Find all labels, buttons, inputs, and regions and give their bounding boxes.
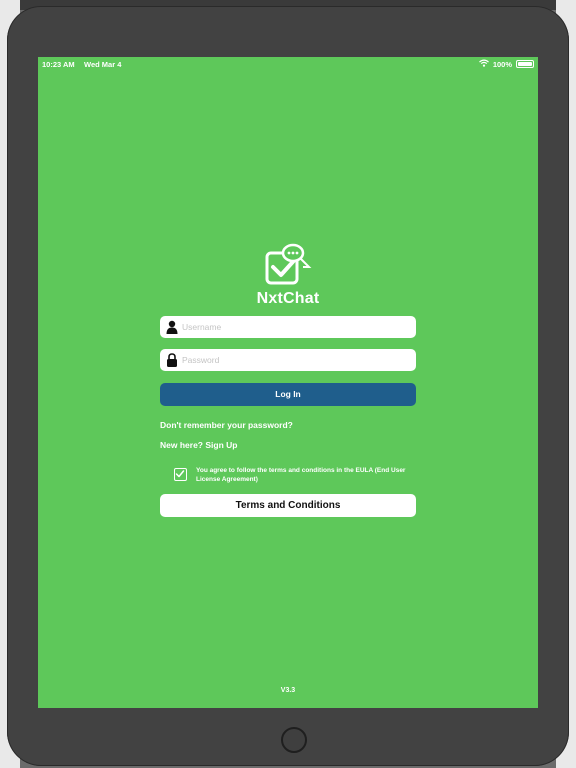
app-title: NxtChat xyxy=(256,290,320,307)
forgot-password-link[interactable]: Don't remember your password? xyxy=(160,420,293,430)
password-field[interactable] xyxy=(160,349,416,371)
wifi-icon xyxy=(478,59,489,69)
app-screen: 10:23 AM Wed Mar 4 100% NxtChat Username… xyxy=(38,57,538,708)
status-date: Wed Mar 4 xyxy=(84,60,122,69)
chat-checkbox-logo-icon xyxy=(265,243,313,287)
username-input[interactable] xyxy=(182,316,408,338)
lock-icon xyxy=(166,353,178,367)
user-icon xyxy=(166,320,178,334)
status-time: 10:23 AM xyxy=(42,60,75,69)
battery-icon xyxy=(516,60,534,68)
status-right: 100% xyxy=(478,59,534,69)
status-bar: 10:23 AM Wed Mar 4 100% xyxy=(38,57,538,71)
home-button[interactable] xyxy=(281,727,307,753)
password-input[interactable] xyxy=(182,349,408,371)
terms-and-conditions-button[interactable]: Terms and Conditions xyxy=(160,494,416,517)
eula-checkbox[interactable] xyxy=(174,468,187,481)
battery-percent: 100% xyxy=(492,59,512,69)
username-field[interactable] xyxy=(160,316,416,338)
signup-link[interactable]: New here? Sign Up xyxy=(160,440,237,450)
login-button[interactable]: Log In xyxy=(160,383,416,406)
eula-text: You agree to follow the terms and condit… xyxy=(196,467,406,483)
check-icon xyxy=(175,469,186,479)
app-version: V3.3 xyxy=(280,687,296,694)
